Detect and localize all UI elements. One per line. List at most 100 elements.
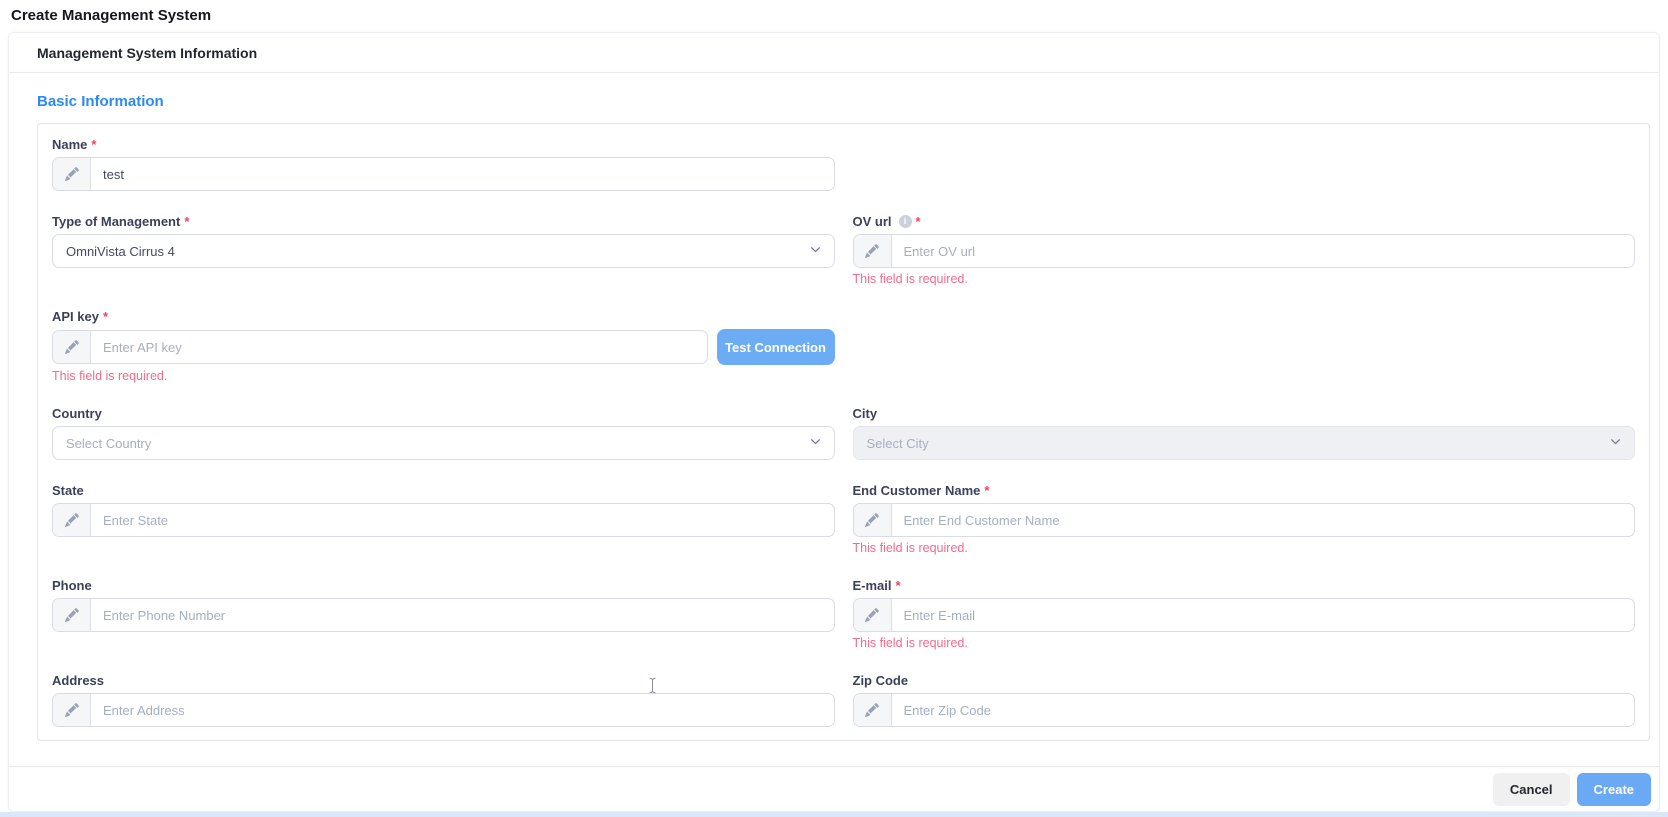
zip-code-label-row: Zip Code xyxy=(853,672,1636,688)
name-input[interactable] xyxy=(91,158,834,190)
ov-url-error: This field is required. xyxy=(853,272,1636,286)
email-label: E-mail xyxy=(853,578,892,593)
form-row-api-key: API key * Test Connection xyxy=(52,308,1635,383)
test-connection-button[interactable]: Test Connection xyxy=(717,329,835,365)
type-of-management-label-row: Type of Management * xyxy=(52,213,835,229)
phone-input[interactable] xyxy=(91,599,834,631)
ov-url-input[interactable] xyxy=(892,235,1635,267)
chevron-down-icon xyxy=(810,434,821,452)
form-row-address-zip: Address Zip Code xyxy=(52,672,1635,727)
city-label: City xyxy=(853,406,878,421)
required-asterisk: * xyxy=(916,214,921,229)
management-system-card: Management System Information Basic Info… xyxy=(8,32,1660,812)
api-key-input[interactable] xyxy=(91,331,707,363)
api-key-label: API key xyxy=(52,309,99,324)
pencil-icon xyxy=(53,158,91,190)
required-asterisk: * xyxy=(103,309,108,324)
phone-input-wrap xyxy=(52,598,835,632)
chevron-down-icon xyxy=(810,242,821,260)
country-placeholder: Select Country xyxy=(66,436,151,451)
card-header: Management System Information xyxy=(9,33,1659,73)
form-row-country-city: Country Select Country City xyxy=(52,405,1635,460)
pencil-icon xyxy=(854,599,892,631)
required-asterisk: * xyxy=(896,578,901,593)
email-input[interactable] xyxy=(892,599,1635,631)
name-label-row: Name * xyxy=(52,136,835,152)
country-select[interactable]: Select Country xyxy=(52,426,835,460)
field-zip-code: Zip Code xyxy=(853,672,1636,727)
field-end-customer-name: End Customer Name * This field is requir… xyxy=(853,482,1636,555)
required-asterisk: * xyxy=(984,483,989,498)
address-input-wrap xyxy=(52,693,835,727)
ov-url-label-row: OV url i * xyxy=(853,213,1636,229)
end-customer-name-error: This field is required. xyxy=(853,541,1636,555)
country-label-row: Country xyxy=(52,405,835,421)
pencil-icon xyxy=(53,504,91,536)
email-label-row: E-mail * xyxy=(853,577,1636,593)
end-customer-name-label-row: End Customer Name * xyxy=(853,482,1636,498)
end-customer-name-label: End Customer Name xyxy=(853,483,981,498)
api-key-label-row: API key * xyxy=(52,308,835,324)
zip-code-input-wrap xyxy=(853,693,1636,727)
field-city: City Select City xyxy=(853,405,1636,460)
required-asterisk: * xyxy=(184,214,189,229)
city-placeholder: Select City xyxy=(867,436,929,451)
page-title: Create Management System xyxy=(11,7,1668,24)
zip-code-input[interactable] xyxy=(892,694,1635,726)
ov-url-label: OV url xyxy=(853,214,892,229)
city-select[interactable]: Select City xyxy=(853,426,1636,460)
pencil-icon xyxy=(854,694,892,726)
field-api-key: API key * Test Connection xyxy=(52,308,835,383)
page-bottom-strip xyxy=(0,812,1668,817)
field-state: State xyxy=(52,482,835,537)
state-input-wrap xyxy=(52,503,835,537)
field-name: Name * xyxy=(52,136,835,191)
name-label: Name xyxy=(52,137,87,152)
pencil-icon xyxy=(854,235,892,267)
info-icon[interactable]: i xyxy=(899,215,912,228)
end-customer-name-input[interactable] xyxy=(892,504,1635,536)
pencil-icon xyxy=(53,599,91,631)
address-label: Address xyxy=(52,673,104,688)
city-label-row: City xyxy=(853,405,1636,421)
chevron-down-icon xyxy=(1610,434,1621,452)
section-title: Basic Information xyxy=(37,93,1650,110)
create-button[interactable]: Create xyxy=(1577,773,1651,806)
field-type-of-management: Type of Management * OmniVista Cirrus 4 xyxy=(52,213,835,268)
form-row-type-ovurl: Type of Management * OmniVista Cirrus 4 xyxy=(52,213,1635,286)
field-address: Address xyxy=(52,672,835,727)
pencil-icon xyxy=(53,694,91,726)
page-header: Create Management System xyxy=(0,0,1668,30)
cancel-button[interactable]: Cancel xyxy=(1493,773,1570,806)
address-input[interactable] xyxy=(91,694,834,726)
form-row-state-endcustomer: State End Customer Name * xyxy=(52,482,1635,555)
form-container: Name * xyxy=(37,123,1650,741)
api-key-error: This field is required. xyxy=(52,369,835,383)
address-label-row: Address xyxy=(52,672,835,688)
form-row-phone-email: Phone E-mail * xyxy=(52,577,1635,650)
type-of-management-select[interactable]: OmniVista Cirrus 4 xyxy=(52,234,835,268)
name-input-wrap xyxy=(52,157,835,191)
type-of-management-value: OmniVista Cirrus 4 xyxy=(66,244,175,259)
state-input[interactable] xyxy=(91,504,834,536)
page: Create Management System Management Syst… xyxy=(0,0,1668,817)
card-header-title: Management System Information xyxy=(37,45,257,61)
email-input-wrap xyxy=(853,598,1636,632)
form-row-name: Name * xyxy=(52,136,1635,191)
phone-label-row: Phone xyxy=(52,577,835,593)
required-asterisk: * xyxy=(91,137,96,152)
country-label: Country xyxy=(52,406,102,421)
state-label-row: State xyxy=(52,482,835,498)
email-error: This field is required. xyxy=(853,636,1636,650)
pencil-icon xyxy=(854,504,892,536)
card-body: Basic Information Name * xyxy=(9,73,1659,741)
end-customer-name-input-wrap xyxy=(853,503,1636,537)
field-phone: Phone xyxy=(52,577,835,632)
field-email: E-mail * This field is required. xyxy=(853,577,1636,650)
field-ov-url: OV url i * This field is required. xyxy=(853,213,1636,286)
zip-code-label: Zip Code xyxy=(853,673,909,688)
ov-url-input-wrap xyxy=(853,234,1636,268)
state-label: State xyxy=(52,483,84,498)
api-key-line: Test Connection xyxy=(52,329,835,365)
api-key-input-wrap xyxy=(52,330,708,364)
